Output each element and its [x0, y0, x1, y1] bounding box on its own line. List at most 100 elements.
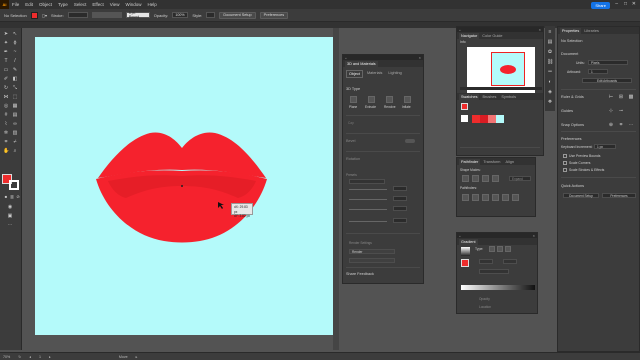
- prev-artboard-icon[interactable]: ◂: [29, 355, 31, 359]
- symbols-icon[interactable]: ✿: [547, 49, 553, 55]
- tab-libraries[interactable]: Libraries: [582, 28, 601, 34]
- radial-gradient-icon[interactable]: [497, 246, 503, 252]
- perspective-slider[interactable]: [349, 221, 387, 222]
- gradient-aspect-field[interactable]: [503, 259, 517, 264]
- collapse-icon[interactable]: «: [459, 28, 461, 32]
- merge-icon[interactable]: [482, 194, 489, 201]
- lock-guides-icon[interactable]: ⊸: [618, 108, 624, 114]
- subtab-object[interactable]: Object: [346, 70, 363, 78]
- intersect-icon[interactable]: [482, 175, 489, 182]
- presets-select[interactable]: [349, 179, 385, 184]
- swatch-fill-indicator[interactable]: [461, 103, 468, 110]
- swatch-red[interactable]: [472, 115, 480, 123]
- rotation-z-slider[interactable]: [349, 209, 387, 210]
- gradient-preview[interactable]: [461, 247, 470, 256]
- grid-icon[interactable]: ⊞: [618, 94, 624, 100]
- gradient-angle-field[interactable]: [479, 259, 493, 264]
- trim-icon[interactable]: [472, 194, 479, 201]
- extrude-icon[interactable]: [368, 96, 375, 103]
- swatch-dark-red[interactable]: [480, 115, 488, 123]
- subtab-lighting[interactable]: Lighting: [386, 70, 403, 78]
- crop-icon[interactable]: [492, 194, 499, 201]
- tab-color-guide[interactable]: Color Guide: [480, 33, 504, 39]
- inflate-icon[interactable]: [404, 96, 411, 103]
- bevel-toggle[interactable]: [405, 139, 415, 143]
- status-arrow-icon[interactable]: ▸: [136, 355, 138, 359]
- freeform-gradient-icon[interactable]: [505, 246, 511, 252]
- collapse-icon[interactable]: «: [345, 56, 347, 60]
- scale-strokes-checkbox[interactable]: [563, 168, 567, 172]
- gradient-slider[interactable]: [461, 285, 535, 290]
- rulers-icon[interactable]: ⊢: [608, 94, 614, 100]
- tab-info[interactable]: Info: [460, 40, 466, 44]
- transparency-grid-icon[interactable]: ▩: [628, 94, 634, 100]
- expand-button[interactable]: Expand: [509, 176, 531, 181]
- outline-icon[interactable]: [502, 194, 509, 201]
- tab-brushes[interactable]: Brushes: [480, 94, 498, 100]
- rotation-y-field[interactable]: [393, 196, 407, 201]
- divide-icon[interactable]: [462, 194, 469, 201]
- snap-point-icon[interactable]: ⊕: [608, 122, 614, 128]
- close-panel-icon[interactable]: ✕: [532, 234, 535, 238]
- navigator-panel: « ✕ Navigator Color Guide Info Swatches B…: [456, 26, 544, 156]
- graphic-styles-icon[interactable]: ❖: [547, 99, 553, 105]
- next-artboard-icon[interactable]: ▸: [49, 355, 51, 359]
- layers-icon[interactable]: ≡: [547, 29, 553, 35]
- tab-properties[interactable]: Properties: [560, 28, 582, 34]
- libraries-icon[interactable]: ▤: [547, 39, 553, 45]
- gradient-fill-swatch[interactable]: [461, 259, 469, 267]
- rotation-y-slider[interactable]: [349, 199, 387, 200]
- tab-pathfinder[interactable]: Pathfinder: [459, 159, 481, 165]
- swatch-cyan[interactable]: [496, 115, 504, 123]
- snap-pixel-icon[interactable]: ⌗: [618, 122, 624, 128]
- quick-document-setup-button[interactable]: Document Setup: [563, 193, 599, 198]
- keyboard-increment-field[interactable]: 1 px: [594, 144, 616, 149]
- tab-swatches[interactable]: Swatches: [459, 94, 480, 100]
- minus-front-icon[interactable]: [472, 175, 479, 182]
- plane-icon[interactable]: [350, 96, 357, 103]
- render-button[interactable]: Render: [349, 249, 395, 254]
- minus-back-icon[interactable]: [512, 194, 519, 201]
- quick-preferences-button[interactable]: Preferences: [602, 193, 636, 198]
- gradient-reverse-field[interactable]: [479, 269, 509, 274]
- appearance-icon[interactable]: ◈: [547, 89, 553, 95]
- tab-symbols[interactable]: Symbols: [499, 94, 518, 100]
- rotation-x-field[interactable]: [393, 186, 407, 191]
- artboard-select[interactable]: 1: [588, 69, 608, 74]
- canvas-vertical-scrollbar[interactable]: [333, 28, 339, 350]
- perspective-field[interactable]: [393, 218, 407, 223]
- stroke-panel-icon[interactable]: ═: [547, 69, 553, 75]
- render-options-button[interactable]: [349, 258, 395, 263]
- collapse-icon[interactable]: «: [459, 234, 461, 238]
- tab-gradient[interactable]: Gradient: [459, 239, 478, 245]
- links-icon[interactable]: ⛓: [547, 59, 553, 65]
- transparency-icon[interactable]: ◐: [547, 79, 553, 85]
- close-panel-icon[interactable]: ✕: [418, 56, 421, 60]
- revolve-icon[interactable]: [386, 96, 393, 103]
- tab-align[interactable]: Align: [503, 159, 515, 165]
- close-panel-icon[interactable]: ✕: [538, 28, 541, 32]
- show-guides-icon[interactable]: ⊹: [608, 108, 614, 114]
- tab-3d-materials[interactable]: 3D and Materials: [345, 61, 378, 67]
- rotate-view-icon[interactable]: ↻: [18, 355, 21, 359]
- scale-corners-checkbox[interactable]: [563, 161, 567, 165]
- rotation-x-slider[interactable]: [349, 189, 387, 190]
- tab-transform[interactable]: Transform: [481, 159, 502, 165]
- swatch-pink[interactable]: [488, 115, 496, 123]
- zoom-level[interactable]: 70%: [3, 355, 10, 359]
- snap-glyph-icon[interactable]: ⋯: [628, 122, 634, 128]
- artboard-number[interactable]: 1: [39, 355, 41, 359]
- preview-bounds-checkbox[interactable]: [563, 154, 567, 158]
- swatch-white[interactable]: [461, 115, 468, 122]
- units-select[interactable]: Pixels: [588, 60, 628, 65]
- navigator-zoom-slider[interactable]: [460, 87, 542, 90]
- subtab-materials[interactable]: Materials: [365, 70, 384, 78]
- edit-artboards-button[interactable]: Edit Artboards: [582, 78, 632, 83]
- tab-navigator[interactable]: Navigator: [459, 33, 480, 39]
- exclude-icon[interactable]: [492, 175, 499, 182]
- unite-icon[interactable]: [462, 175, 469, 182]
- lips-artwork[interactable]: [0, 0, 640, 360]
- share-feedback-link[interactable]: Share Feedback: [346, 272, 374, 276]
- rotation-z-field[interactable]: [393, 206, 407, 211]
- linear-gradient-icon[interactable]: [489, 246, 495, 252]
